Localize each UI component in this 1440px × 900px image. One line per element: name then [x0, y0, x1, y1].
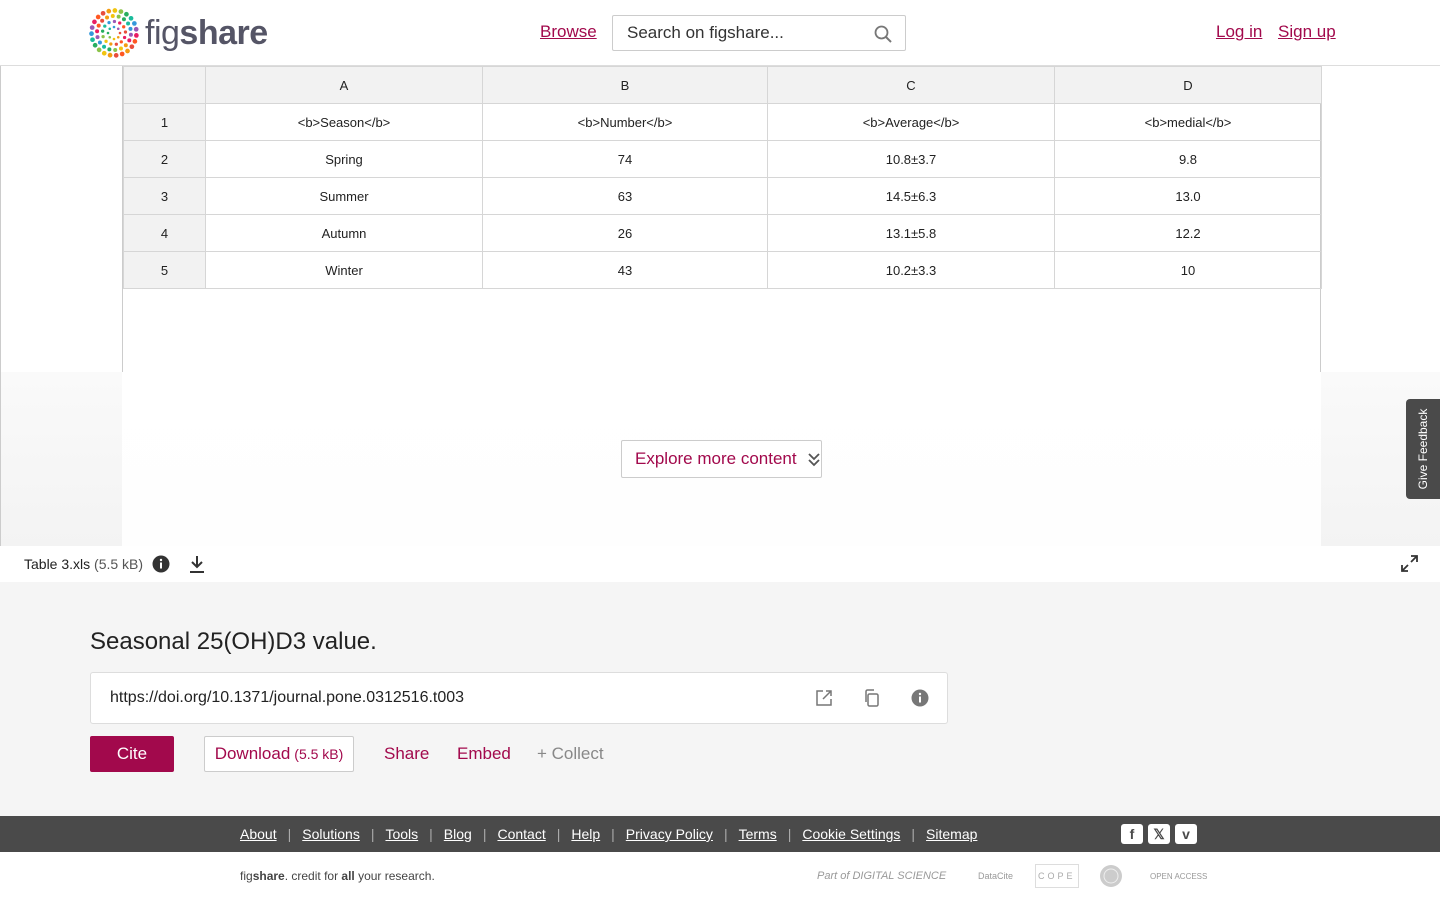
explore-more-label: Explore more content: [635, 449, 797, 468]
table-row: 2 Spring 74 10.8±3.7 9.8: [123, 140, 1322, 178]
embed-link[interactable]: Embed: [457, 744, 511, 764]
footer-nav: About | Solutions | Tools | Blog | Contact | …: [0, 816, 1440, 852]
row-number: 1: [123, 103, 206, 141]
double-chevron-down-icon: [807, 453, 820, 467]
table-cell: 10: [1054, 251, 1322, 289]
column-header: B: [482, 66, 768, 104]
footer-link-terms[interactable]: Terms: [739, 826, 777, 842]
browse-link[interactable]: Browse: [540, 22, 597, 42]
table-cell: 9.8: [1054, 140, 1322, 178]
share-link[interactable]: Share: [384, 744, 429, 764]
info-icon[interactable]: [152, 555, 170, 573]
footer-link-contact[interactable]: Contact: [497, 826, 545, 842]
row-number: 5: [123, 251, 206, 289]
table-cell: 14.5±6.3: [767, 177, 1055, 215]
table-cell: Autumn: [205, 214, 483, 252]
cite-button[interactable]: Cite: [90, 736, 174, 772]
figshare-logo-mark-icon: [89, 8, 139, 58]
table-cell: <b>Number</b>: [482, 103, 768, 141]
table-cell: 13.1±5.8: [767, 214, 1055, 252]
table-cell: <b>Average</b>: [767, 103, 1055, 141]
table-cell: 63: [482, 177, 768, 215]
footer-link-about[interactable]: About: [240, 826, 277, 842]
row-number: 4: [123, 214, 206, 252]
footer-link-cookie-settings[interactable]: Cookie Settings: [802, 826, 900, 842]
table-cell: Winter: [205, 251, 483, 289]
search-icon[interactable]: [873, 24, 893, 44]
fullscreen-icon[interactable]: [1401, 555, 1418, 572]
table-cell: 26: [482, 214, 768, 252]
item-title: Seasonal 25(OH)D3 value.: [90, 628, 377, 655]
corner-cell: [123, 66, 206, 104]
collect-link[interactable]: + Collect: [537, 744, 604, 764]
copy-icon[interactable]: [863, 689, 881, 707]
table-cell: <b>medial</b>: [1054, 103, 1322, 141]
doi-box: https://doi.org/10.1371/journal.pone.031…: [90, 672, 948, 724]
table-cell: 10.8±3.7: [767, 140, 1055, 178]
seal-icon: [1100, 865, 1122, 887]
table-cell: 13.0: [1054, 177, 1322, 215]
column-header: C: [767, 66, 1055, 104]
row-number: 3: [123, 177, 206, 215]
table-row: 5 Winter 43 10.2±3.3 10: [123, 251, 1322, 289]
search-box[interactable]: [612, 15, 906, 51]
file-name: Table 3.xls (5.5 kB): [24, 556, 144, 572]
table-cell: 10.2±3.3: [767, 251, 1055, 289]
figshare-logo[interactable]: figshare: [89, 8, 268, 58]
table-row: 3 Summer 63 14.5±6.3 13.0: [123, 177, 1322, 215]
table-row: 1 <b>Season</b> <b>Number</b> <b>Average…: [123, 103, 1322, 141]
seal-logo[interactable]: [1099, 864, 1123, 888]
login-link[interactable]: Log in: [1216, 22, 1262, 42]
cope-logo[interactable]: COPE: [1035, 864, 1079, 888]
doi-link[interactable]: https://doi.org/10.1371/journal.pone.031…: [110, 689, 464, 707]
give-feedback-label: Give Feedback: [1416, 408, 1430, 490]
footer-link-tools[interactable]: Tools: [385, 826, 418, 842]
datacite-logo[interactable]: DataCite: [978, 864, 1013, 888]
row-number: 2: [123, 140, 206, 178]
search-input[interactable]: [613, 16, 853, 50]
column-header-row: A B C D: [123, 66, 1322, 104]
spreadsheet-viewer: A B C D 1 <b>Season</b> <b>Number</b> <b…: [122, 66, 1322, 372]
table-cell: 74: [482, 140, 768, 178]
signup-link[interactable]: Sign up: [1278, 22, 1336, 42]
footer-link-help[interactable]: Help: [571, 826, 600, 842]
facebook-icon[interactable]: f: [1121, 824, 1143, 844]
footer-bottom: figshare. credit for all your research. …: [0, 852, 1440, 900]
table-row: 4 Autumn 26 13.1±5.8 12.2: [123, 214, 1322, 252]
x-icon[interactable]: 𝕏: [1148, 824, 1170, 844]
table-cell: <b>Season</b>: [205, 103, 483, 141]
file-bar: Table 3.xls (5.5 kB): [0, 546, 1440, 582]
footer-tagline: figshare. credit for all your research.: [240, 869, 435, 883]
digital-science-logo[interactable]: Part of DIGITAL SCIENCE: [817, 864, 946, 888]
logo-text: figshare: [145, 14, 268, 52]
footer-links: About | Solutions | Tools | Blog | Contact | …: [240, 826, 978, 842]
spreadsheet-table: A B C D 1 <b>Season</b> <b>Number</b> <b…: [123, 66, 1322, 289]
footer-link-blog[interactable]: Blog: [444, 826, 472, 842]
footer-link-privacy[interactable]: Privacy Policy: [626, 826, 713, 842]
table-cell: Spring: [205, 140, 483, 178]
doi-info-icon[interactable]: [911, 689, 929, 707]
table-cell: Summer: [205, 177, 483, 215]
footer-link-solutions[interactable]: Solutions: [302, 826, 360, 842]
give-feedback-tab[interactable]: Give Feedback: [1406, 399, 1440, 499]
column-header: A: [205, 66, 483, 104]
open-access-logo[interactable]: OPEN ACCESS: [1150, 864, 1207, 888]
vimeo-icon[interactable]: v: [1175, 824, 1197, 844]
column-header: D: [1054, 66, 1322, 104]
external-link-icon[interactable]: [815, 689, 833, 707]
table-cell: 43: [482, 251, 768, 289]
site-header: figshare Browse Log in Sign up: [0, 0, 1440, 66]
download-button[interactable]: Download (5.5 kB): [204, 736, 354, 772]
download-icon[interactable]: [188, 554, 206, 574]
footer-link-sitemap[interactable]: Sitemap: [926, 826, 977, 842]
item-details: Seasonal 25(OH)D3 value. https://doi.org…: [0, 582, 1440, 816]
explore-more-button[interactable]: Explore more content: [621, 440, 822, 478]
file-preview: A B C D 1 <b>Season</b> <b>Number</b> <b…: [0, 66, 1440, 546]
table-cell: 12.2: [1054, 214, 1322, 252]
